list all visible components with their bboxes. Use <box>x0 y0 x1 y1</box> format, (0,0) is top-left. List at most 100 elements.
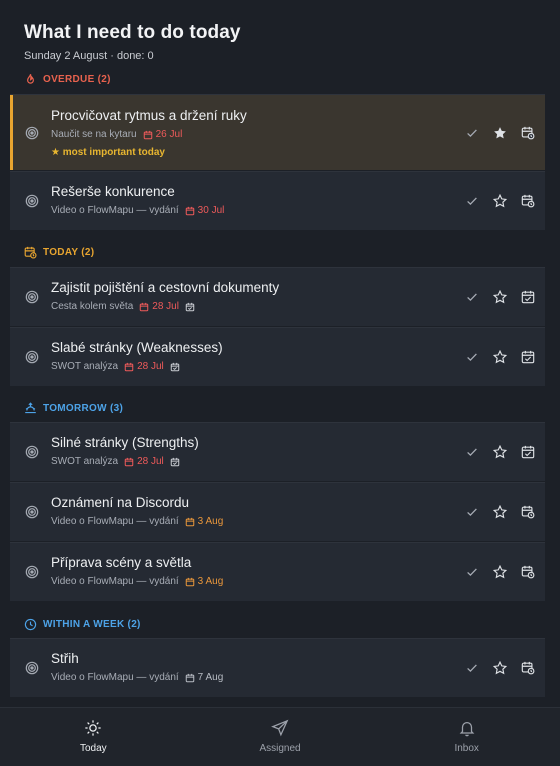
clock-icon <box>24 618 37 631</box>
due-date: 28 Jul <box>124 361 164 372</box>
task-row[interactable]: Příprava scény a světla Video o FlowMapu… <box>10 542 545 601</box>
task-title[interactable]: Procvičovat rytmus a držení ruky <box>51 108 247 123</box>
task-meta: Video o FlowMapu — vydání 30 Jul <box>51 205 224 216</box>
nav-today[interactable]: Today <box>0 708 187 766</box>
nav-label-inbox: Inbox <box>454 743 479 754</box>
check-icon[interactable] <box>465 445 479 459</box>
calendar-check-icon[interactable] <box>521 445 535 459</box>
check-icon[interactable] <box>465 505 479 519</box>
target-icon[interactable] <box>25 565 39 579</box>
task-row[interactable]: Rešerše konkurence Video o FlowMapu — vy… <box>10 171 545 230</box>
target-icon[interactable] <box>25 445 39 459</box>
task-row[interactable]: Silné stránky (Strengths) SWOT analýza 2… <box>10 422 545 481</box>
section-header-week: WITHIN A WEEK (2) <box>0 618 165 631</box>
section-header-overdue: OVERDUE (2) <box>0 73 135 86</box>
due-date: 26 Jul <box>143 129 182 140</box>
task-row[interactable]: Slabé stránky (Weaknesses) SWOT analýza … <box>10 327 545 386</box>
page-header: What I need to do today Sunday 2 August … <box>0 0 560 66</box>
task-title[interactable]: Oznámení na Discordu <box>51 495 189 510</box>
calendar-icon <box>185 673 194 682</box>
check-icon[interactable] <box>465 565 479 579</box>
task-row[interactable]: Střih Video o FlowMapu — vydání 7 Aug <box>10 638 545 697</box>
task-meta: SWOT analýza 28 Jul <box>51 361 180 372</box>
star-icon[interactable] <box>493 445 507 459</box>
calendar-clock-icon[interactable] <box>521 505 535 519</box>
send-icon <box>271 719 289 737</box>
sun-icon <box>84 719 102 737</box>
task-project: Video o FlowMapu — vydání <box>51 516 179 527</box>
calendar-icon <box>124 457 134 466</box>
section-label-overdue: OVERDUE (2) <box>43 74 111 85</box>
calendar-clock-icon[interactable] <box>521 126 535 140</box>
calendar-check-icon <box>170 457 180 467</box>
star-icon[interactable] <box>493 350 507 364</box>
calendar-check-icon[interactable] <box>521 290 535 304</box>
calendar-clock-icon <box>24 246 37 259</box>
check-icon[interactable] <box>465 350 479 364</box>
section-header-today: TODAY (2) <box>0 246 118 259</box>
due-date: 28 Jul <box>124 456 164 467</box>
task-meta: Naučit se na kytaru 26 Jul <box>51 129 182 140</box>
target-icon[interactable] <box>25 126 39 140</box>
target-icon[interactable] <box>25 350 39 364</box>
calendar-clock-icon[interactable] <box>521 661 535 675</box>
due-date: 7 Aug <box>185 672 223 683</box>
check-icon[interactable] <box>465 290 479 304</box>
section-label-tomorrow: TOMORROW (3) <box>43 403 124 414</box>
task-meta: Cesta kolem světa 28 Jul <box>51 301 195 312</box>
important-badge: ★ most important today <box>51 147 165 158</box>
check-icon[interactable] <box>465 661 479 675</box>
task-row[interactable]: Procvičovat rytmus a držení ruky Naučit … <box>10 94 545 170</box>
task-title[interactable]: Slabé stránky (Weaknesses) <box>51 340 223 355</box>
check-icon[interactable] <box>465 194 479 208</box>
target-icon[interactable] <box>25 505 39 519</box>
sunrise-icon <box>24 402 37 415</box>
calendar-check-icon[interactable] <box>521 350 535 364</box>
task-project: Naučit se na kytaru <box>51 129 137 140</box>
task-row[interactable]: Oznámení na Discordu Video o FlowMapu — … <box>10 482 545 541</box>
task-title[interactable]: Střih <box>51 651 79 666</box>
nav-assigned[interactable]: Assigned <box>187 708 374 766</box>
bottom-nav: Today Assigned Inbox <box>0 707 560 766</box>
task-row[interactable]: Zajistit pojištění a cestovní dokumenty … <box>10 267 545 326</box>
calendar-clock-icon[interactable] <box>521 565 535 579</box>
star-icon[interactable] <box>493 290 507 304</box>
calendar-clock-icon[interactable] <box>521 194 535 208</box>
calendar-icon <box>140 302 149 311</box>
page-title: What I need to do today <box>24 22 241 43</box>
task-title[interactable]: Zajistit pojištění a cestovní dokumenty <box>51 280 279 295</box>
task-meta: Video o FlowMapu — vydání 3 Aug <box>51 516 223 527</box>
star-icon[interactable] <box>493 661 507 675</box>
task-project: Video o FlowMapu — vydání <box>51 576 179 587</box>
task-meta: SWOT analýza 28 Jul <box>51 456 180 467</box>
task-project: Video o FlowMapu — vydání <box>51 672 179 683</box>
task-project: SWOT analýza <box>51 361 119 372</box>
nav-inbox[interactable]: Inbox <box>373 708 560 766</box>
target-icon[interactable] <box>25 290 39 304</box>
task-title[interactable]: Silné stránky (Strengths) <box>51 435 199 450</box>
flame-icon <box>24 73 37 86</box>
calendar-icon <box>185 577 194 586</box>
task-project: SWOT analýza <box>51 456 119 467</box>
calendar-icon <box>124 362 134 371</box>
star-icon[interactable] <box>493 565 507 579</box>
calendar-icon <box>185 206 194 215</box>
nav-label-assigned: Assigned <box>259 743 301 754</box>
calendar-check-icon <box>185 302 195 312</box>
task-meta: Video o FlowMapu — vydání 3 Aug <box>51 576 223 587</box>
task-project: Video o FlowMapu — vydání <box>51 205 179 216</box>
task-title[interactable]: Příprava scény a světla <box>51 555 191 570</box>
bell-icon <box>458 719 476 737</box>
task-meta: Video o FlowMapu — vydání 7 Aug <box>51 672 223 683</box>
due-date: 3 Aug <box>185 516 223 527</box>
target-icon[interactable] <box>25 661 39 675</box>
task-title[interactable]: Rešerše konkurence <box>51 184 175 199</box>
page-subtitle: Sunday 2 August · done: 0 <box>24 50 154 62</box>
star-icon[interactable] <box>493 194 507 208</box>
check-icon[interactable] <box>465 126 479 140</box>
star-filled-icon[interactable] <box>493 126 507 140</box>
target-icon[interactable] <box>25 194 39 208</box>
due-date: 3 Aug <box>185 576 223 587</box>
star-icon[interactable] <box>493 505 507 519</box>
nav-label-today: Today <box>79 743 107 754</box>
